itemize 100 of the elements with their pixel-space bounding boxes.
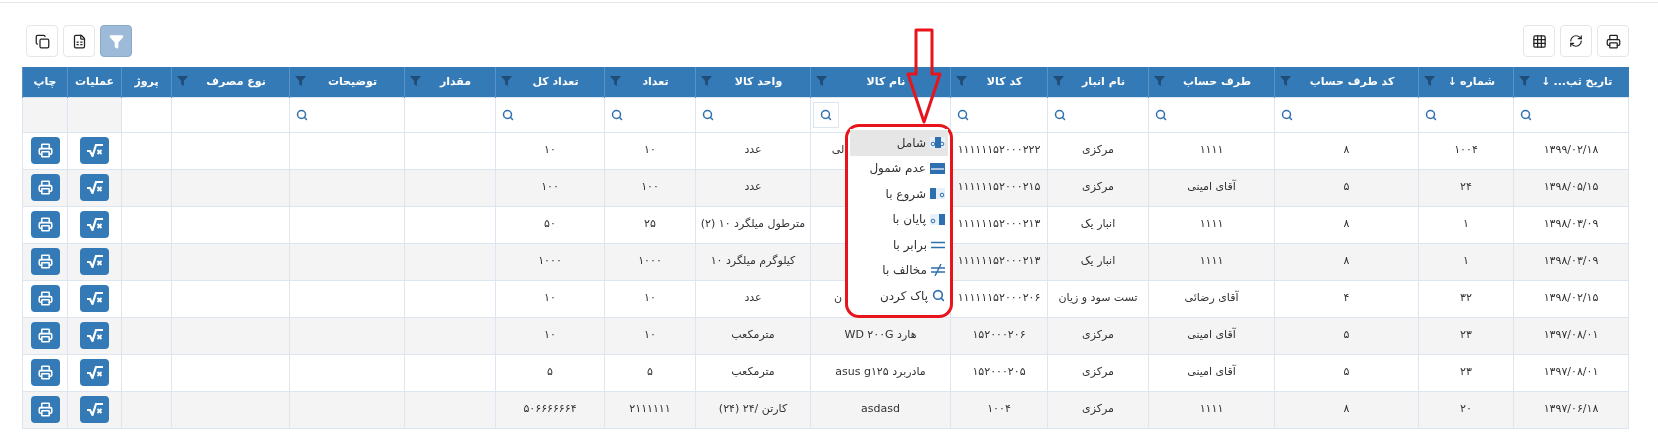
table-cell: ۲۱۱۱۱۱۱ xyxy=(629,401,671,418)
table-cell: ۵ xyxy=(1343,179,1350,196)
table-cell: عدد xyxy=(744,179,762,196)
table-cell: ۱۳۹۹/۰۲/۱۸ xyxy=(1543,142,1599,159)
text-match-icon xyxy=(930,137,945,149)
filter-menu-button[interactable] xyxy=(813,101,839,128)
table-cell: ۱ xyxy=(1463,253,1469,270)
print-button[interactable] xyxy=(30,396,60,423)
table-cell: ۱۱۱۱ xyxy=(1199,216,1224,233)
search-icon[interactable] xyxy=(1520,108,1532,121)
table-cell: ۱۱۱۱۱۱۵۲۰۰۰۲۱۳ xyxy=(957,216,1041,233)
calculate-button[interactable] xyxy=(80,137,109,164)
table-cell: ۵۰۶۶۶۶۶۶۴ xyxy=(523,401,577,418)
table-cell: ۸ xyxy=(1343,142,1350,159)
text-match-icon xyxy=(930,188,945,200)
table-cell: ۱۱۱۱۱۱۵۲۰۰۰۲۱۳ xyxy=(957,253,1041,270)
calculate-button[interactable] xyxy=(80,359,109,386)
table-cell: ۱۱۱۱۱۱۵۲۰۰۰۲۰۶ xyxy=(957,290,1041,307)
search-icon[interactable] xyxy=(1155,108,1167,121)
print-button[interactable] xyxy=(30,137,60,164)
table-cell: ۱۱۱۱ xyxy=(1199,253,1224,270)
calculate-button[interactable] xyxy=(80,285,109,312)
search-icon[interactable] xyxy=(957,108,969,121)
table-cell: ۲۳ xyxy=(1460,364,1472,381)
column-header[interactable]: شماره xyxy=(1460,73,1496,90)
calculate-button[interactable] xyxy=(80,248,109,275)
table-cell: ۱۵۲۰۰۰۲۰۶ xyxy=(972,327,1026,344)
table-cell: ۱۱۱۱ xyxy=(1199,142,1224,159)
table-cell: مترمکعب xyxy=(731,364,775,381)
calculate-button[interactable] xyxy=(80,396,109,423)
print-button[interactable] xyxy=(30,285,60,312)
print-button[interactable] xyxy=(30,174,60,201)
print-button[interactable] xyxy=(30,322,60,349)
text-match-icon xyxy=(930,213,945,225)
sort-arrow[interactable]: ↓ xyxy=(1447,73,1458,90)
table-cell: کیلوگرم میلگرد ۱۰ xyxy=(710,253,796,270)
column-header[interactable]: تاریخ ثب... xyxy=(1553,73,1613,90)
print-icon xyxy=(37,217,53,232)
sort-arrow[interactable]: ↓ xyxy=(1541,73,1551,90)
search-icon[interactable] xyxy=(296,108,308,121)
table-cell: ۴ xyxy=(1343,290,1350,307)
table-cell: مادربرد asus g۱۲۵ xyxy=(835,364,926,381)
square-root-icon xyxy=(86,366,103,379)
table-cell: ۱۳۹۸/۰۳/۰۹ xyxy=(1543,253,1599,270)
column-header[interactable]: نام کالا xyxy=(866,73,906,90)
print-button[interactable] xyxy=(30,248,60,275)
search-icon[interactable] xyxy=(1054,108,1066,121)
table-cell: ۲۰ xyxy=(1460,401,1472,418)
calculate-button[interactable] xyxy=(80,211,109,238)
column-header[interactable]: تعداد کل xyxy=(532,73,579,90)
square-root-icon xyxy=(86,292,103,305)
text-strike-icon xyxy=(930,162,945,174)
table-cell: کارتن /۲۴ (۲۴) xyxy=(718,401,788,418)
column-header[interactable]: توضیحات xyxy=(327,73,378,90)
square-root-icon xyxy=(86,255,103,268)
search-icon[interactable] xyxy=(702,108,714,121)
column-header[interactable]: کد کالا xyxy=(986,73,1023,90)
refresh-icon xyxy=(1569,34,1583,48)
table-cell: ۲۳ xyxy=(1460,327,1472,344)
calculate-button[interactable] xyxy=(80,322,109,349)
print-button[interactable] xyxy=(30,359,60,386)
calculate-button[interactable] xyxy=(80,174,109,201)
search-icon xyxy=(932,289,945,303)
square-root-icon xyxy=(86,144,103,157)
table-cell: انبار یک xyxy=(1080,253,1116,270)
print-icon xyxy=(37,254,53,269)
search-icon[interactable] xyxy=(1425,108,1437,121)
table-cell: مترمکعب xyxy=(731,327,775,344)
column-header[interactable]: چاپ xyxy=(33,73,57,90)
table-cell: آقای امینی xyxy=(1187,364,1236,381)
column-header[interactable]: مقدار xyxy=(439,73,472,90)
not-equal-icon xyxy=(931,264,945,277)
search-icon[interactable] xyxy=(611,108,623,121)
column-header[interactable]: نام انبار xyxy=(1082,73,1125,90)
table-cell: هارد WD ۲۰۰G xyxy=(844,327,917,344)
menu-item[interactable]: شامل xyxy=(850,130,948,156)
table-cell: ۱۰۰۰ xyxy=(538,253,562,270)
column-header[interactable]: کد طرف حساب xyxy=(1309,73,1395,90)
column-header[interactable]: نوع مصرف xyxy=(206,73,266,90)
column-header[interactable]: تعداد xyxy=(642,73,669,90)
table-cell: عدد xyxy=(744,290,762,307)
square-root-icon xyxy=(86,218,103,231)
column-header[interactable]: عملیات xyxy=(74,73,115,90)
column-header[interactable]: پروژ xyxy=(134,73,159,90)
search-icon[interactable] xyxy=(502,108,514,121)
table-cell: عدد xyxy=(744,142,762,159)
table-cell: ۱۰۰ xyxy=(641,179,659,196)
column-header[interactable]: واحد کالا xyxy=(734,73,783,90)
column-header[interactable]: طرف حساب xyxy=(1182,73,1252,90)
print-icon xyxy=(1605,33,1621,49)
square-root-icon xyxy=(86,403,103,416)
print-icon xyxy=(37,180,53,195)
equals-icon xyxy=(931,240,945,249)
search-icon[interactable] xyxy=(1281,108,1293,121)
table-cell: ۱۰۰۴ xyxy=(1454,142,1478,159)
table-cell: ۱۰۰ xyxy=(541,179,559,196)
print-button[interactable] xyxy=(30,211,60,238)
table-cell: ۲۵ xyxy=(644,216,656,233)
table-cell: لی xyxy=(831,142,845,159)
table-cell: ۸ xyxy=(1343,216,1350,233)
